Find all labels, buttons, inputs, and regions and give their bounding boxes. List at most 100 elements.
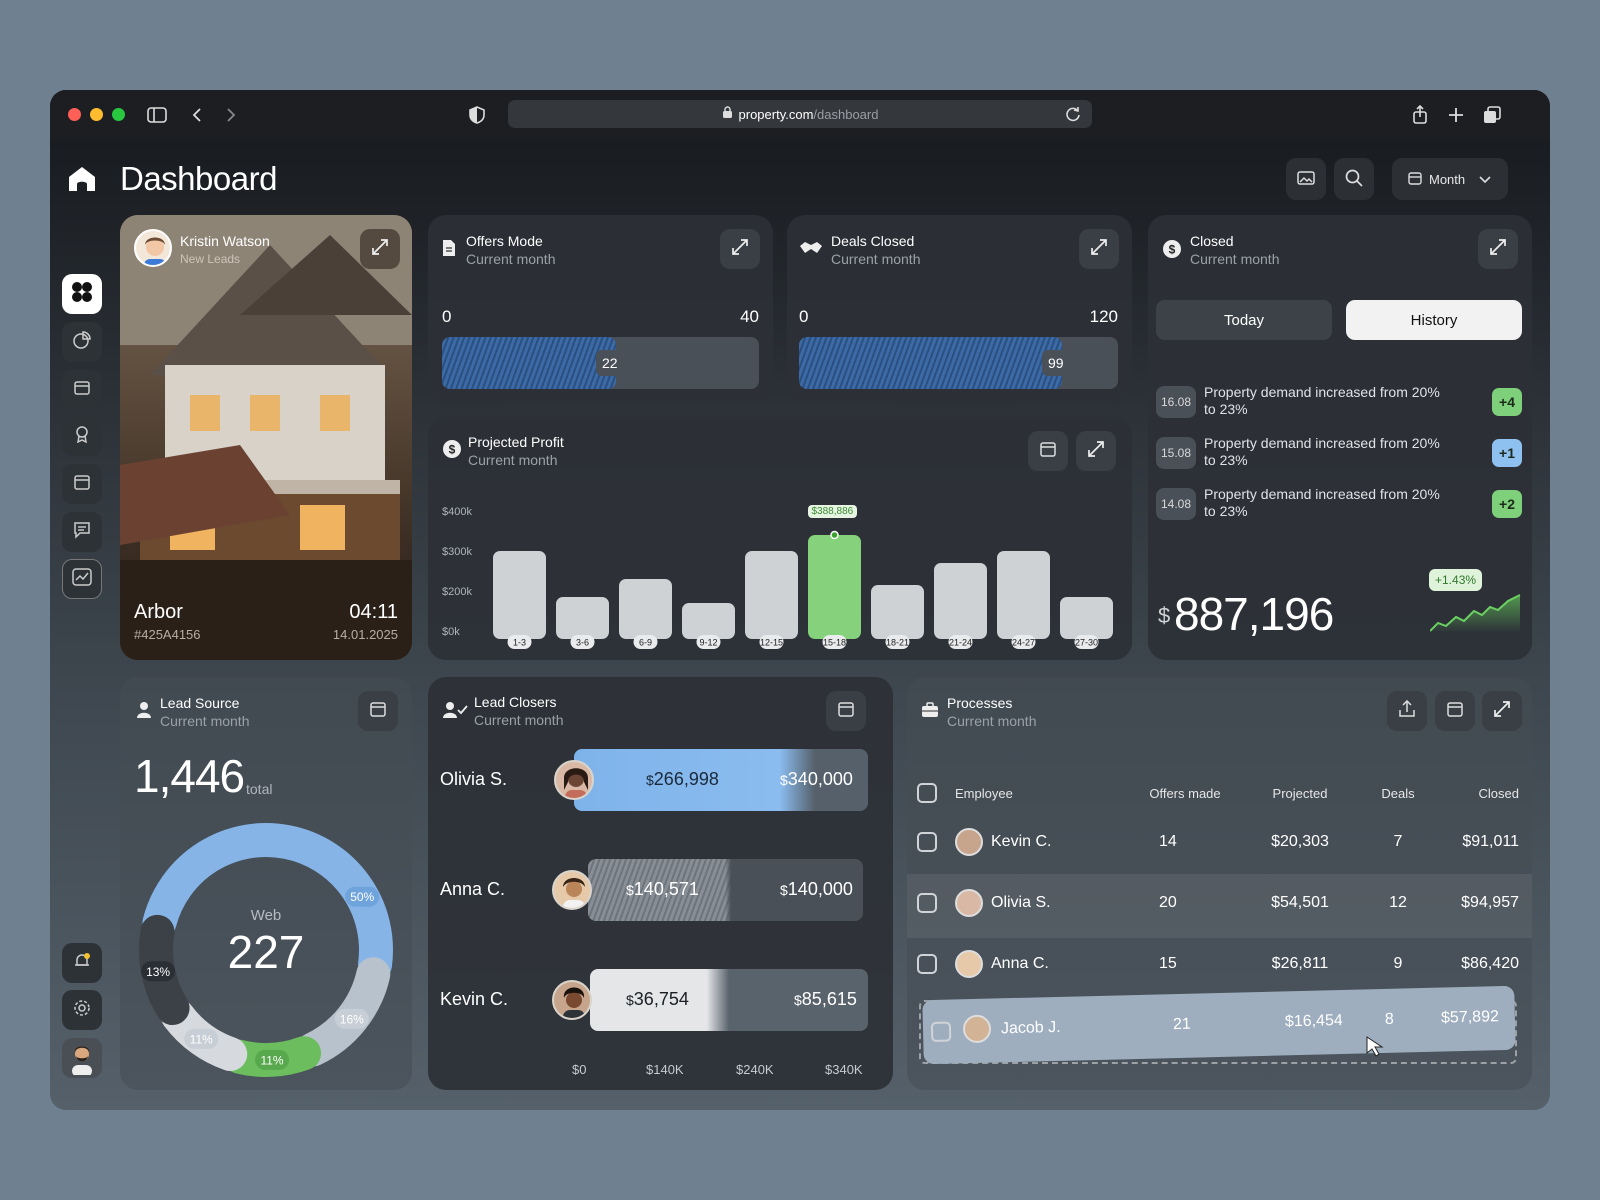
closer-avatar xyxy=(552,870,592,910)
sidebar-toggle-icon[interactable] xyxy=(144,102,170,128)
nav-analytics[interactable] xyxy=(62,322,102,362)
closer-target: $85,615 xyxy=(794,989,857,1009)
close-window-button[interactable] xyxy=(68,108,81,121)
lead-closers-subtitle: Current month xyxy=(474,712,564,728)
axis-label: $0 xyxy=(572,1062,587,1077)
deals-expand-button[interactable] xyxy=(1079,229,1119,269)
property-card[interactable]: Kristin Watson New Leads Arbor #425A4156… xyxy=(120,215,412,660)
projected-cell: $54,501 xyxy=(1271,893,1329,911)
zoom-window-button[interactable] xyxy=(112,108,125,121)
processes-subtitle: Current month xyxy=(947,713,1037,729)
history-item: 16.08 Property demand increased from 20%… xyxy=(1156,382,1522,422)
nav-settings[interactable] xyxy=(62,990,102,1030)
tab-overview-icon[interactable] xyxy=(1479,102,1505,128)
bar[interactable] xyxy=(808,535,861,639)
nav-notifications[interactable] xyxy=(62,943,102,983)
projected-cell: $20,303 xyxy=(1271,832,1329,850)
column-header[interactable]: Deals xyxy=(1355,775,1441,811)
offers-expand-button[interactable] xyxy=(720,229,760,269)
deals-cell: 9 xyxy=(1393,954,1403,972)
back-icon[interactable] xyxy=(184,102,210,128)
nav-calendar[interactable] xyxy=(62,464,102,504)
bar[interactable] xyxy=(556,597,609,639)
table-row[interactable]: Olivia S. 20 $54,501 12 $94,957 xyxy=(917,872,1519,933)
period-dropdown[interactable]: Month xyxy=(1392,158,1508,200)
column-header[interactable]: Employee xyxy=(955,775,1125,811)
x-tick-label: 21-24 xyxy=(949,638,972,648)
processes-calendar-button[interactable] xyxy=(1435,691,1475,731)
employee-avatar xyxy=(955,949,983,978)
nav-messages[interactable] xyxy=(62,512,102,552)
deals-title: Deals Closed xyxy=(831,233,915,249)
mouse-cursor-icon xyxy=(1365,1035,1385,1062)
minimize-window-button[interactable] xyxy=(90,108,103,121)
tab-today[interactable]: Today xyxy=(1156,300,1332,340)
lead-source-calendar-button[interactable] xyxy=(358,691,398,731)
processes-export-button[interactable] xyxy=(1387,691,1427,731)
tab-history[interactable]: History xyxy=(1346,300,1522,340)
column-header[interactable]: Projected xyxy=(1245,775,1355,811)
lead-closers-card: Lead Closers Current month Olivia S. $26… xyxy=(428,677,893,1090)
new-tab-icon[interactable] xyxy=(1443,102,1469,128)
row-checkbox[interactable] xyxy=(917,831,937,852)
lead-closers-calendar-button[interactable] xyxy=(826,691,866,731)
user-avatar[interactable] xyxy=(62,1038,102,1078)
offers-subtitle: Current month xyxy=(466,251,556,267)
row-checkbox[interactable] xyxy=(930,1021,952,1043)
axis-label: $340K xyxy=(825,1062,863,1077)
column-header[interactable]: Closed xyxy=(1441,775,1519,811)
closer-row[interactable]: Anna C. $140,571 $140,000 xyxy=(440,859,880,923)
bar[interactable] xyxy=(682,603,735,639)
share-icon[interactable] xyxy=(1407,102,1433,128)
nav-cards[interactable] xyxy=(62,370,102,410)
row-checkbox[interactable] xyxy=(917,953,937,974)
expand-icon xyxy=(1490,238,1506,260)
lead-source-total: 1,446 xyxy=(134,750,245,802)
bar[interactable] xyxy=(493,551,546,639)
svg-text:$: $ xyxy=(1169,243,1176,257)
reload-icon[interactable] xyxy=(1064,105,1082,126)
bar[interactable] xyxy=(997,551,1050,639)
select-all-checkbox[interactable] xyxy=(917,783,937,803)
shield-icon[interactable] xyxy=(464,102,490,128)
nav-dashboard[interactable] xyxy=(62,274,102,314)
closer-name: Olivia S. xyxy=(440,769,508,789)
row-checkbox[interactable] xyxy=(917,892,937,913)
bar[interactable] xyxy=(1060,597,1113,639)
closed-cell: $94,957 xyxy=(1461,893,1519,911)
search-button[interactable] xyxy=(1334,158,1374,200)
gallery-button[interactable] xyxy=(1286,158,1326,200)
closed-expand-button[interactable] xyxy=(1478,229,1518,269)
card-icon xyxy=(74,380,90,400)
closed-cell: $86,420 xyxy=(1461,954,1519,972)
table-row[interactable]: Anna C. 15 $26,811 9 $86,420 xyxy=(917,933,1519,994)
bar[interactable] xyxy=(871,585,924,639)
closer-row[interactable]: Kevin C. $36,754 $85,615 xyxy=(440,969,880,1033)
bar[interactable] xyxy=(934,563,987,639)
deals-cell: 8 xyxy=(1384,1010,1395,1028)
offers-cell: 20 xyxy=(1159,893,1177,911)
processes-expand-button[interactable] xyxy=(1482,691,1522,731)
column-header[interactable]: Offers made xyxy=(1125,775,1245,811)
y-tick-label: $0k xyxy=(442,626,460,638)
history-badge: +4 xyxy=(1492,388,1522,416)
offers-min: 0 xyxy=(442,307,452,326)
closer-row[interactable]: Olivia S. $266,998 $340,000 xyxy=(440,749,880,813)
history-date: 14.08 xyxy=(1156,488,1196,520)
offers-title: Offers Mode xyxy=(466,233,543,249)
forward-icon[interactable] xyxy=(218,102,244,128)
nav-awards[interactable] xyxy=(62,416,102,456)
bar[interactable] xyxy=(745,551,798,639)
expand-button[interactable] xyxy=(360,229,400,269)
home-logo-icon[interactable] xyxy=(68,166,96,197)
table-row[interactable]: Kevin C. 14 $20,303 7 $91,011 xyxy=(917,811,1519,872)
nav-reports[interactable] xyxy=(62,559,102,599)
document-icon xyxy=(442,239,456,262)
projected-cell: $16,454 xyxy=(1284,1011,1343,1031)
table-header-row: Employee Offers made Projected Deals Clo… xyxy=(917,775,1519,811)
page-title: Dashboard xyxy=(120,160,277,197)
bar[interactable] xyxy=(619,579,672,639)
address-bar[interactable]: property.com/dashboard xyxy=(508,100,1092,128)
history-date: 15.08 xyxy=(1156,437,1196,469)
period-label: Month xyxy=(1429,171,1466,187)
